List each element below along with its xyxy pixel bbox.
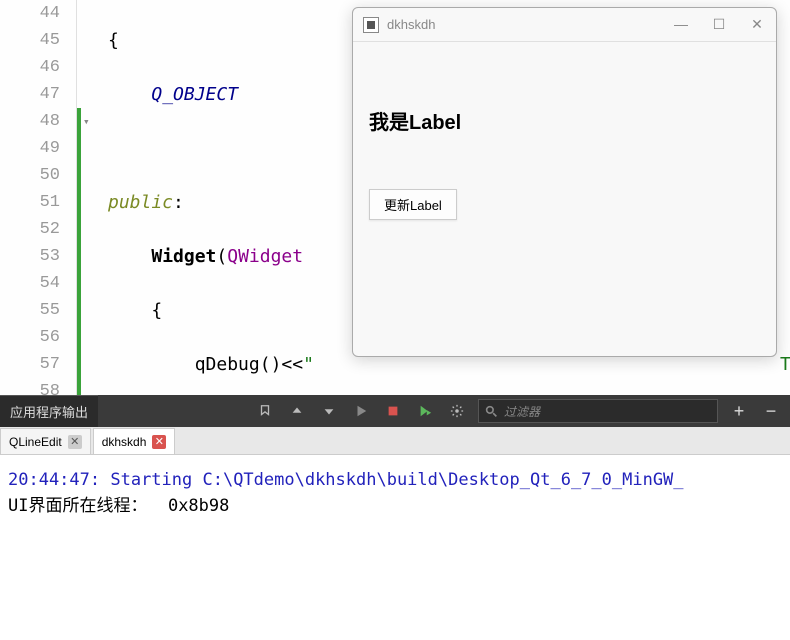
code-token: { bbox=[108, 30, 119, 51]
code-token: ()<< bbox=[260, 354, 303, 375]
up-arrow-icon[interactable] bbox=[286, 400, 308, 422]
line-number: 44 bbox=[0, 0, 60, 27]
filter-input[interactable]: 过滤器 bbox=[478, 399, 718, 423]
output-console[interactable]: 20:44:47: Starting C:\QTdemo\dkhskdh\bui… bbox=[0, 455, 790, 640]
run-icon[interactable] bbox=[350, 400, 372, 422]
filter-placeholder: 过滤器 bbox=[504, 403, 540, 420]
stop-icon[interactable] bbox=[382, 400, 404, 422]
output-text: Starting bbox=[110, 470, 202, 490]
app-window[interactable]: dkhskdh — ☐ ✕ 我是Label 更新Label bbox=[352, 7, 777, 357]
line-number: 57 bbox=[0, 351, 60, 378]
minus-icon[interactable]: − bbox=[760, 400, 782, 422]
output-tab-qlineedit[interactable]: QLineEdit ✕ bbox=[0, 428, 91, 454]
code-token: { bbox=[151, 300, 162, 321]
window-title: dkhskdh bbox=[387, 17, 672, 32]
line-number: 51 bbox=[0, 189, 60, 216]
panel-toolbar: 过滤器 + − bbox=[246, 399, 790, 423]
info-label: 我是Label bbox=[369, 106, 760, 135]
minimize-button[interactable]: — bbox=[672, 16, 690, 33]
output-tab-dkhskdh[interactable]: dkhskdh ✕ bbox=[93, 428, 176, 454]
code-token: Q_OBJECT bbox=[151, 84, 238, 105]
update-label-button[interactable]: 更新Label bbox=[369, 189, 457, 220]
code-token: QWidget bbox=[227, 246, 303, 267]
code-token: " bbox=[303, 354, 314, 375]
down-arrow-icon[interactable] bbox=[318, 400, 340, 422]
line-number: 54 bbox=[0, 270, 60, 297]
tab-label: QLineEdit bbox=[9, 435, 62, 449]
line-number: 55 bbox=[0, 297, 60, 324]
titlebar[interactable]: dkhskdh — ☐ ✕ bbox=[353, 8, 776, 42]
line-number: 58 bbox=[0, 378, 60, 405]
code-token: Widget bbox=[151, 246, 216, 267]
output-thread-id: 0x8b98 bbox=[168, 496, 229, 516]
close-tab-icon[interactable]: ✕ bbox=[68, 435, 82, 449]
output-text: UI界面所在线程： bbox=[8, 496, 168, 516]
line-number: 47 bbox=[0, 81, 60, 108]
code-token: public bbox=[108, 192, 173, 213]
plus-icon[interactable]: + bbox=[728, 400, 750, 422]
line-number: 45 bbox=[0, 27, 60, 54]
app-icon bbox=[363, 17, 379, 33]
close-button[interactable]: ✕ bbox=[748, 16, 766, 33]
maximize-button[interactable]: ☐ bbox=[710, 16, 728, 33]
run-with-icon[interactable] bbox=[414, 400, 436, 422]
output-tabs: QLineEdit ✕ dkhskdh ✕ bbox=[0, 427, 790, 455]
settings-icon[interactable] bbox=[446, 400, 468, 422]
output-path: C:\QTdemo\dkhskdh\build\Desktop_Qt_6_7_0… bbox=[202, 470, 683, 490]
app-body: 我是Label 更新Label bbox=[353, 42, 776, 238]
line-number: 49 bbox=[0, 135, 60, 162]
line-number: 50 bbox=[0, 162, 60, 189]
change-marker-bar: ▾ bbox=[76, 0, 102, 395]
search-icon bbox=[485, 405, 498, 418]
line-number: 48 bbox=[0, 108, 60, 135]
attach-icon[interactable] bbox=[254, 400, 276, 422]
close-tab-icon[interactable]: ✕ bbox=[152, 435, 166, 449]
fold-icon[interactable]: ▾ bbox=[83, 115, 90, 129]
line-number: 53 bbox=[0, 243, 60, 270]
code-token: qDebug bbox=[195, 354, 260, 375]
line-number: 46 bbox=[0, 54, 60, 81]
code-token: Th bbox=[780, 354, 790, 375]
line-number-gutter: 44 45 46 47 48 49 50 51 52 53 54 55 56 5… bbox=[0, 0, 76, 395]
tab-label: dkhskdh bbox=[102, 435, 147, 449]
output-timestamp: 20:44:47: bbox=[8, 470, 110, 490]
line-number: 52 bbox=[0, 216, 60, 243]
line-number: 56 bbox=[0, 324, 60, 351]
output-panel-header: 应用程序输出 过滤器 + − bbox=[0, 395, 790, 427]
